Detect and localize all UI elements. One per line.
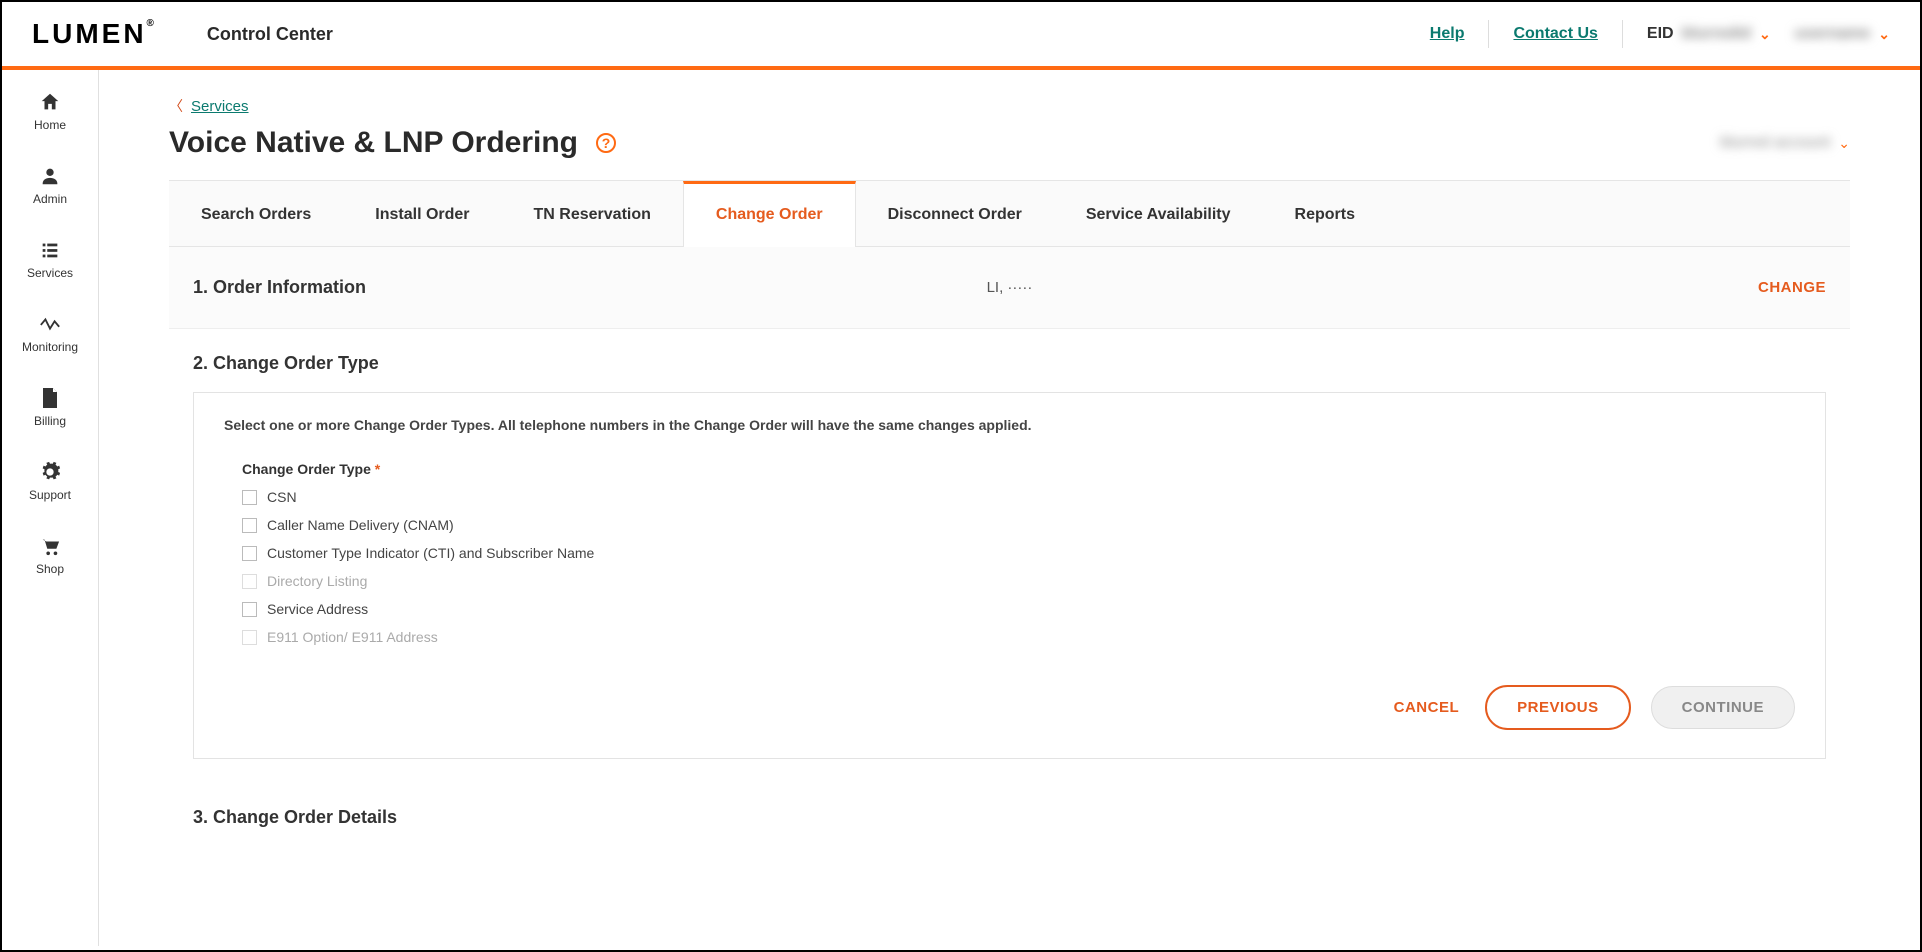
checkbox-label: Customer Type Indicator (CTI) and Subscr… bbox=[267, 545, 594, 561]
divider bbox=[1488, 20, 1489, 48]
main-content: 〈 Services Voice Native & LNP Ordering ?… bbox=[99, 70, 1920, 946]
chevron-down-icon: ⌄ bbox=[1838, 135, 1850, 152]
checkbox-label: Caller Name Delivery (CNAM) bbox=[267, 517, 454, 533]
tab-change-order[interactable]: Change Order bbox=[683, 181, 856, 247]
divider bbox=[1622, 20, 1623, 48]
chevron-down-icon: ⌄ bbox=[1878, 26, 1890, 43]
sidebar-item-label: Shop bbox=[36, 562, 64, 576]
app-title: Control Center bbox=[207, 24, 333, 45]
account-value: blurred account bbox=[1720, 134, 1830, 152]
checkbox-label: Service Address bbox=[267, 601, 368, 617]
change-button[interactable]: CHANGE bbox=[1758, 279, 1826, 296]
checkbox-icon[interactable] bbox=[242, 546, 257, 561]
eid-dropdown[interactable]: EID blurredid ⌄ bbox=[1647, 25, 1771, 43]
user-dropdown[interactable]: username ⌄ bbox=[1795, 25, 1890, 43]
logo: LUMEN® bbox=[32, 18, 157, 50]
checkbox-cti[interactable]: Customer Type Indicator (CTI) and Subscr… bbox=[242, 545, 1795, 561]
tab-install-order[interactable]: Install Order bbox=[343, 181, 501, 246]
chevron-down-icon: ⌄ bbox=[1759, 26, 1771, 43]
document-icon bbox=[38, 386, 62, 410]
help-icon[interactable]: ? bbox=[596, 133, 616, 153]
checkbox-label: CSN bbox=[267, 489, 297, 505]
breadcrumb: 〈 Services bbox=[169, 96, 1850, 116]
activity-icon bbox=[38, 312, 62, 336]
tab-service-availability[interactable]: Service Availability bbox=[1054, 181, 1263, 246]
chevron-left-icon[interactable]: 〈 bbox=[169, 96, 183, 116]
tab-tn-reservation[interactable]: TN Reservation bbox=[502, 181, 683, 246]
checkbox-icon[interactable] bbox=[242, 518, 257, 533]
user-value: username bbox=[1795, 25, 1871, 43]
sidebar-item-label: Monitoring bbox=[22, 340, 78, 354]
step3-title: 3. Change Order Details bbox=[169, 759, 1850, 846]
panel-instruction: Select one or more Change Order Types. A… bbox=[224, 417, 1795, 433]
sidebar-admin[interactable]: Admin bbox=[2, 158, 98, 212]
checkbox-e911: E911 Option/ E911 Address bbox=[242, 629, 1795, 645]
eid-label: EID bbox=[1647, 25, 1674, 43]
checkbox-icon bbox=[242, 574, 257, 589]
sidebar-services[interactable]: Services bbox=[2, 232, 98, 286]
checkbox-icon bbox=[242, 630, 257, 645]
sidebar-item-label: Home bbox=[34, 118, 66, 132]
sidebar-item-label: Billing bbox=[34, 414, 66, 428]
tab-reports[interactable]: Reports bbox=[1263, 181, 1387, 246]
sidebar-support[interactable]: Support bbox=[2, 454, 98, 508]
page-title: Voice Native & LNP Ordering bbox=[169, 126, 578, 160]
button-row: CANCEL PREVIOUS CONTINUE bbox=[224, 685, 1795, 730]
help-link[interactable]: Help bbox=[1430, 25, 1465, 43]
tab-bar: Search Orders Install Order TN Reservati… bbox=[169, 180, 1850, 247]
sidebar-item-label: Admin bbox=[33, 192, 67, 206]
account-dropdown[interactable]: blurred account ⌄ bbox=[1720, 134, 1850, 152]
breadcrumb-link[interactable]: Services bbox=[191, 98, 249, 115]
checkbox-cnam[interactable]: Caller Name Delivery (CNAM) bbox=[242, 517, 1795, 533]
tab-search-orders[interactable]: Search Orders bbox=[169, 181, 343, 246]
cancel-button[interactable]: CANCEL bbox=[1388, 689, 1466, 726]
eid-value: blurredid bbox=[1682, 25, 1751, 43]
sidebar-shop[interactable]: Shop bbox=[2, 528, 98, 582]
app-header: LUMEN® Control Center Help Contact Us EI… bbox=[2, 2, 1920, 70]
change-order-type-panel: Select one or more Change Order Types. A… bbox=[193, 392, 1826, 759]
sidebar-monitoring[interactable]: Monitoring bbox=[2, 306, 98, 360]
step1-title: 1. Order Information bbox=[193, 277, 366, 298]
checkbox-label: Directory Listing bbox=[267, 573, 367, 589]
checkbox-directory-listing: Directory Listing bbox=[242, 573, 1795, 589]
home-icon bbox=[38, 90, 62, 114]
tab-disconnect-order[interactable]: Disconnect Order bbox=[856, 181, 1054, 246]
field-label: Change Order Type * bbox=[242, 461, 1795, 477]
gear-icon bbox=[38, 460, 62, 484]
contact-link[interactable]: Contact Us bbox=[1513, 25, 1597, 43]
sidebar-home[interactable]: Home bbox=[2, 84, 98, 138]
sidebar-item-label: Services bbox=[27, 266, 73, 280]
cart-icon bbox=[38, 534, 62, 558]
step1-header: 1. Order Information LI, ····· CHANGE bbox=[169, 247, 1850, 329]
checkbox-icon[interactable] bbox=[242, 602, 257, 617]
user-icon bbox=[38, 164, 62, 188]
checkbox-csn[interactable]: CSN bbox=[242, 489, 1795, 505]
step2-title: 2. Change Order Type bbox=[169, 329, 1850, 392]
sidebar: Home Admin Services Monitoring Billing S… bbox=[2, 70, 99, 946]
sidebar-item-label: Support bbox=[29, 488, 71, 502]
list-icon bbox=[38, 238, 62, 262]
continue-button: CONTINUE bbox=[1651, 686, 1795, 729]
checkbox-service-address[interactable]: Service Address bbox=[242, 601, 1795, 617]
step1-value: LI, ····· bbox=[987, 279, 1033, 296]
checkbox-icon[interactable] bbox=[242, 490, 257, 505]
sidebar-billing[interactable]: Billing bbox=[2, 380, 98, 434]
previous-button[interactable]: PREVIOUS bbox=[1485, 685, 1631, 730]
checkbox-label: E911 Option/ E911 Address bbox=[267, 629, 438, 645]
